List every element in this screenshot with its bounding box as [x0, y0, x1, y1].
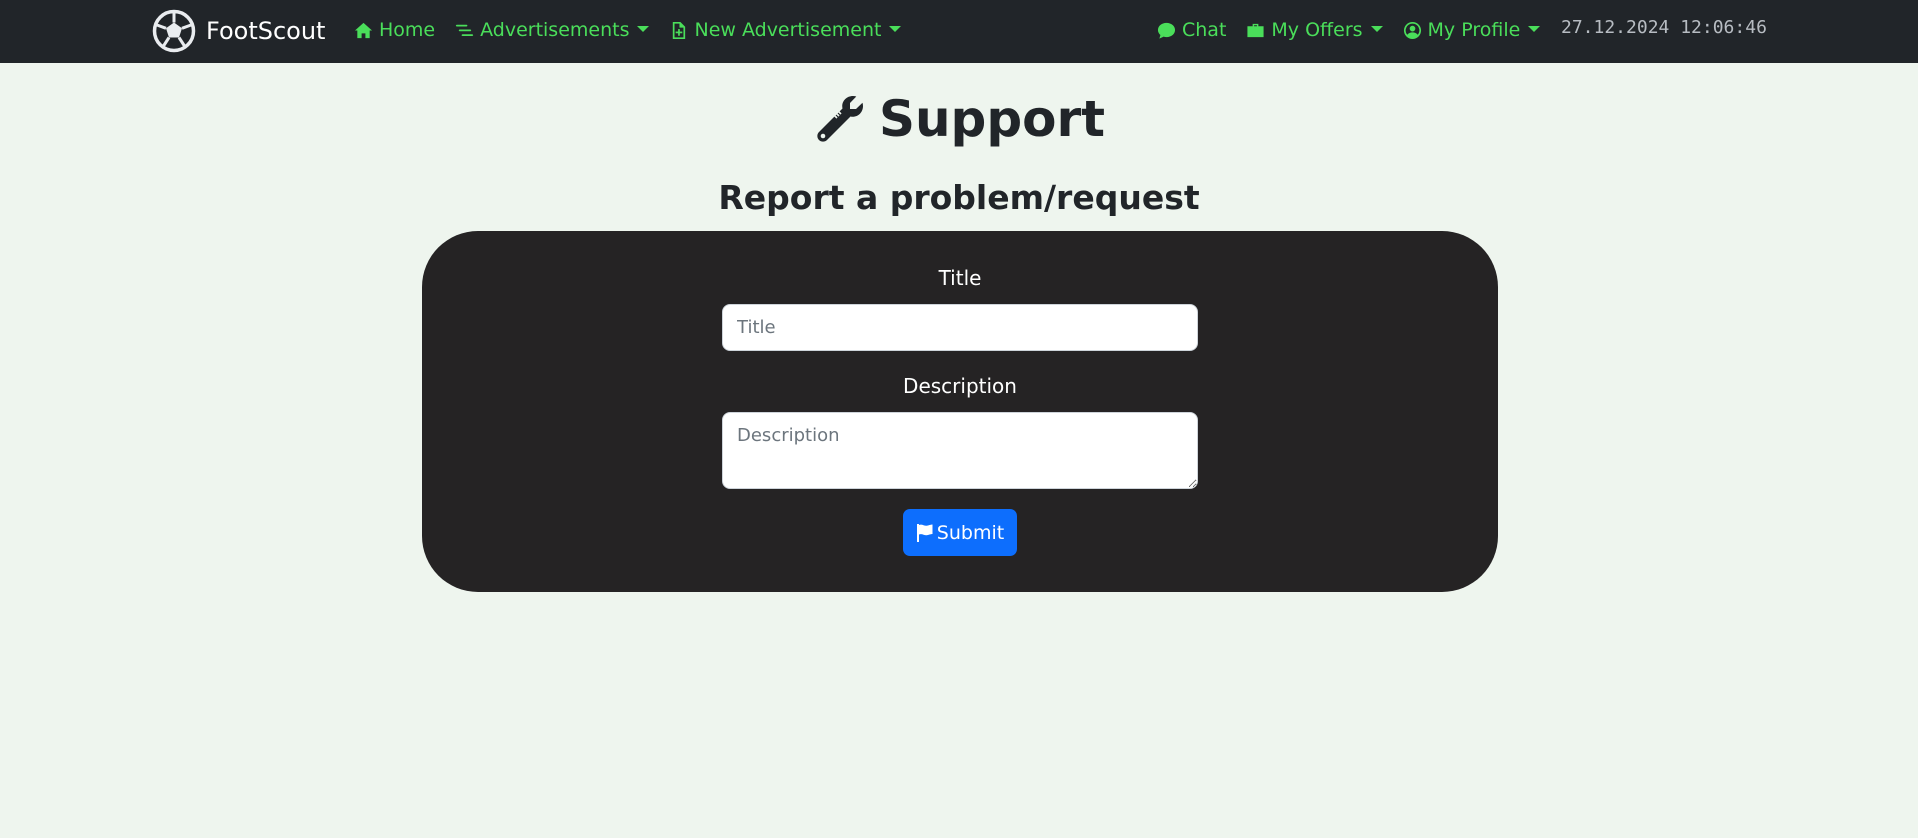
caret-down-icon — [637, 26, 650, 32]
page-title: Support — [0, 90, 1918, 148]
datetime-display: 27.12.2024 12:06:46 — [1561, 17, 1767, 38]
nav-home-label: Home — [379, 19, 436, 41]
title-input[interactable] — [722, 304, 1198, 351]
submit-button[interactable]: Submit — [903, 509, 1017, 556]
nav-advertisements-dropdown[interactable]: Advertisements — [455, 19, 650, 41]
brand-name: FootScout — [206, 17, 326, 45]
user-circle-icon — [1403, 21, 1421, 39]
caret-down-icon — [1370, 26, 1383, 32]
caret-down-icon — [1528, 26, 1541, 32]
top-navbar: FootScout Home Advertisements New Advert… — [0, 0, 1918, 63]
description-textarea[interactable] — [722, 412, 1198, 489]
nav-chat-label: Chat — [1182, 19, 1227, 41]
support-form-card: Title Description Submit — [422, 231, 1498, 592]
nav-advertisements-label: Advertisements — [480, 19, 630, 41]
briefcase-icon — [1247, 23, 1264, 37]
nav-new-advertisement-dropdown[interactable]: New Advertisement — [669, 19, 902, 41]
soccer-ball-icon — [152, 9, 196, 53]
file-plus-icon — [673, 21, 686, 39]
wrench-icon — [817, 96, 863, 142]
nav-chat[interactable]: Chat — [1157, 19, 1226, 41]
chat-icon — [1157, 22, 1176, 39]
nav-home[interactable]: Home — [354, 19, 435, 41]
nav-my-profile-label: My Profile — [1427, 19, 1521, 41]
flag-icon — [916, 523, 933, 542]
page-title-text: Support — [878, 90, 1106, 148]
page-subtitle: Report a problem/request — [718, 178, 1200, 217]
nav-new-advertisement-label: New Advertisement — [694, 19, 882, 41]
nav-right-group: Chat My Offers My Profile — [1157, 0, 1541, 60]
home-icon — [354, 22, 373, 38]
title-label: Title — [938, 266, 982, 290]
description-label: Description — [903, 374, 1017, 398]
nav-left-group: Home Advertisements New Advertisement — [354, 0, 902, 60]
caret-down-icon — [889, 26, 902, 32]
nav-my-offers-dropdown[interactable]: My Offers — [1246, 19, 1383, 41]
submit-button-label: Submit — [936, 521, 1005, 544]
nav-my-profile-dropdown[interactable]: My Profile — [1403, 19, 1541, 41]
brand-link[interactable]: FootScout — [152, 8, 325, 54]
list-icon — [456, 24, 474, 36]
nav-my-offers-label: My Offers — [1271, 19, 1363, 41]
